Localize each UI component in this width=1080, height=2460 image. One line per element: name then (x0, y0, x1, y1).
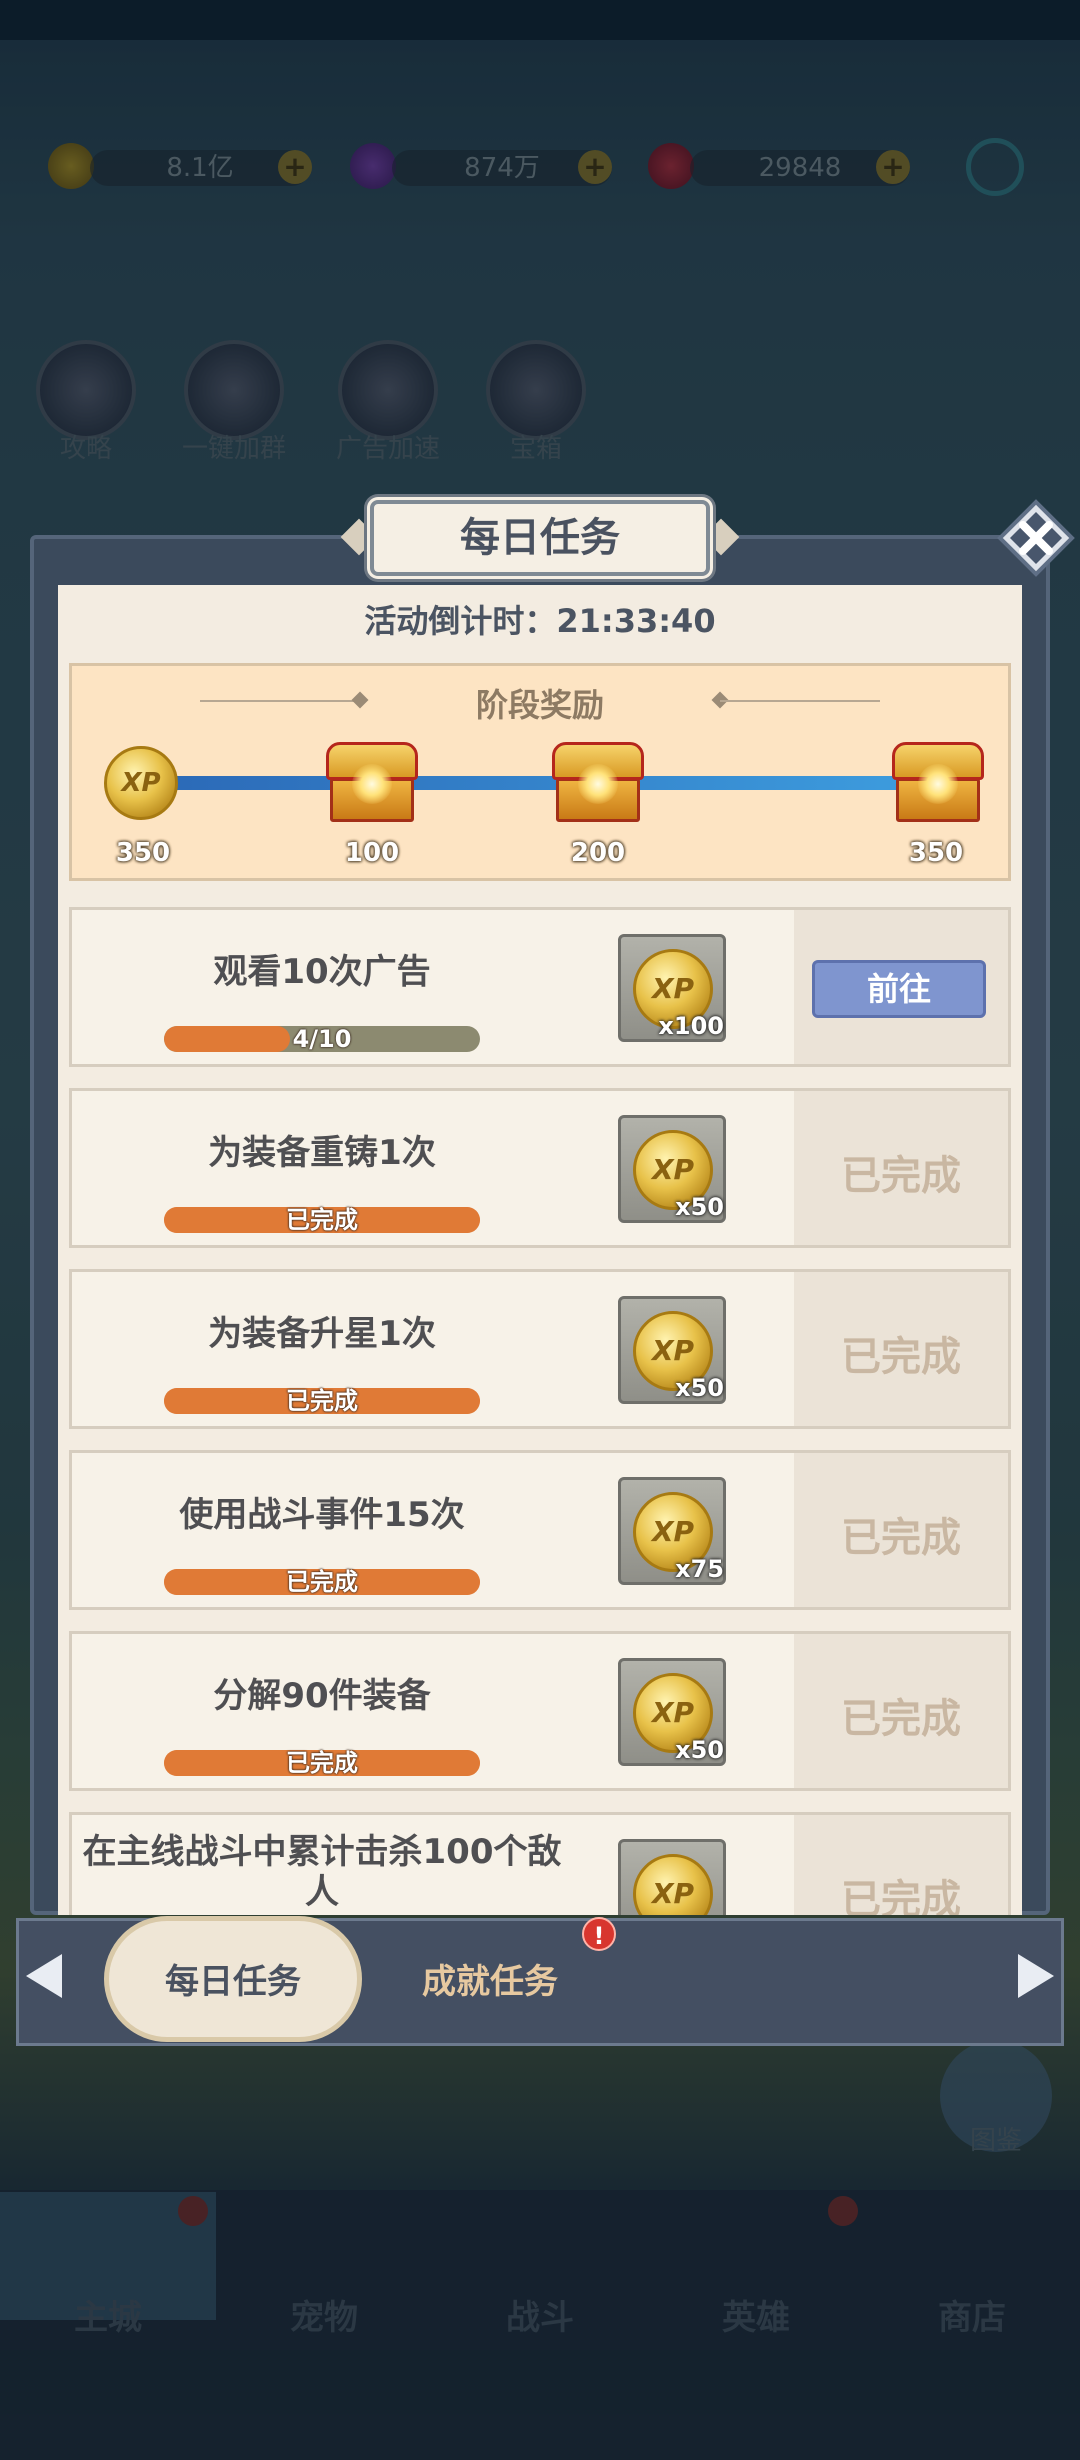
stage-value: 200 (570, 838, 626, 868)
task-list-clip: 在主线战斗中累计击杀100个敌人 XP 已完成 (58, 1812, 1022, 1915)
task-name: 为装备重铸1次 (208, 1133, 436, 1173)
task-name: 使用战斗事件15次 (179, 1495, 465, 1535)
completed-label: 已完成 (841, 1515, 961, 1561)
stage-value: 350 (908, 838, 964, 868)
stage-rewards-title: 阶段奖励 (475, 686, 604, 724)
close-button[interactable] (996, 498, 1076, 578)
task-progress-text: 已完成 (286, 1387, 358, 1415)
xp-coin-icon: XP (633, 1854, 713, 1915)
task-progress-text: 已完成 (286, 1206, 358, 1234)
reward-quantity: x75 (675, 1555, 724, 1583)
task-progress-text: 已完成 (286, 1568, 358, 1596)
reward-quantity: x50 (675, 1736, 724, 1764)
reward-quantity: x50 (675, 1193, 724, 1221)
tab-achievement-tasks[interactable]: 成就任务 (380, 1954, 600, 2003)
treasure-chest-icon[interactable] (552, 742, 644, 824)
stage-progress-track (140, 776, 960, 790)
tab-label: 每日任务 (165, 1962, 301, 2002)
treasure-chest-icon[interactable] (326, 742, 418, 824)
completed-label: 已完成 (841, 1696, 961, 1742)
task-name: 为装备升星1次 (208, 1314, 436, 1354)
event-countdown: 活动倒计时：21:33:40 (364, 602, 716, 640)
completed-label: 已完成 (841, 1153, 961, 1199)
alert-badge-icon: ! (582, 1917, 616, 1951)
dialog-title: 每日任务 (460, 515, 620, 561)
task-name: 在主线战斗中累计击杀100个敌人 (82, 1832, 562, 1912)
completed-label: 已完成 (841, 1334, 961, 1380)
task-name: 分解90件装备 (213, 1676, 431, 1716)
xp-coin-icon: XP (104, 746, 178, 820)
prev-arrow-icon[interactable] (26, 1954, 62, 1998)
next-arrow-icon[interactable] (1018, 1954, 1054, 1998)
reward-quantity: x100 (658, 1012, 724, 1040)
goto-button[interactable]: 前往 (812, 960, 986, 1018)
stage-value: 100 (344, 838, 400, 868)
close-icon (997, 499, 1075, 577)
reward-quantity: x50 (675, 1374, 724, 1402)
completed-label: 已完成 (841, 1877, 961, 1915)
stage-value: 350 (115, 838, 171, 868)
treasure-chest-icon[interactable] (892, 742, 984, 824)
task-name: 观看10次广告 (213, 952, 431, 992)
task-progress-text: 4/10 (292, 1025, 352, 1053)
reward-slot[interactable]: XP (618, 1839, 726, 1915)
task-progress-text: 已完成 (286, 1749, 358, 1777)
